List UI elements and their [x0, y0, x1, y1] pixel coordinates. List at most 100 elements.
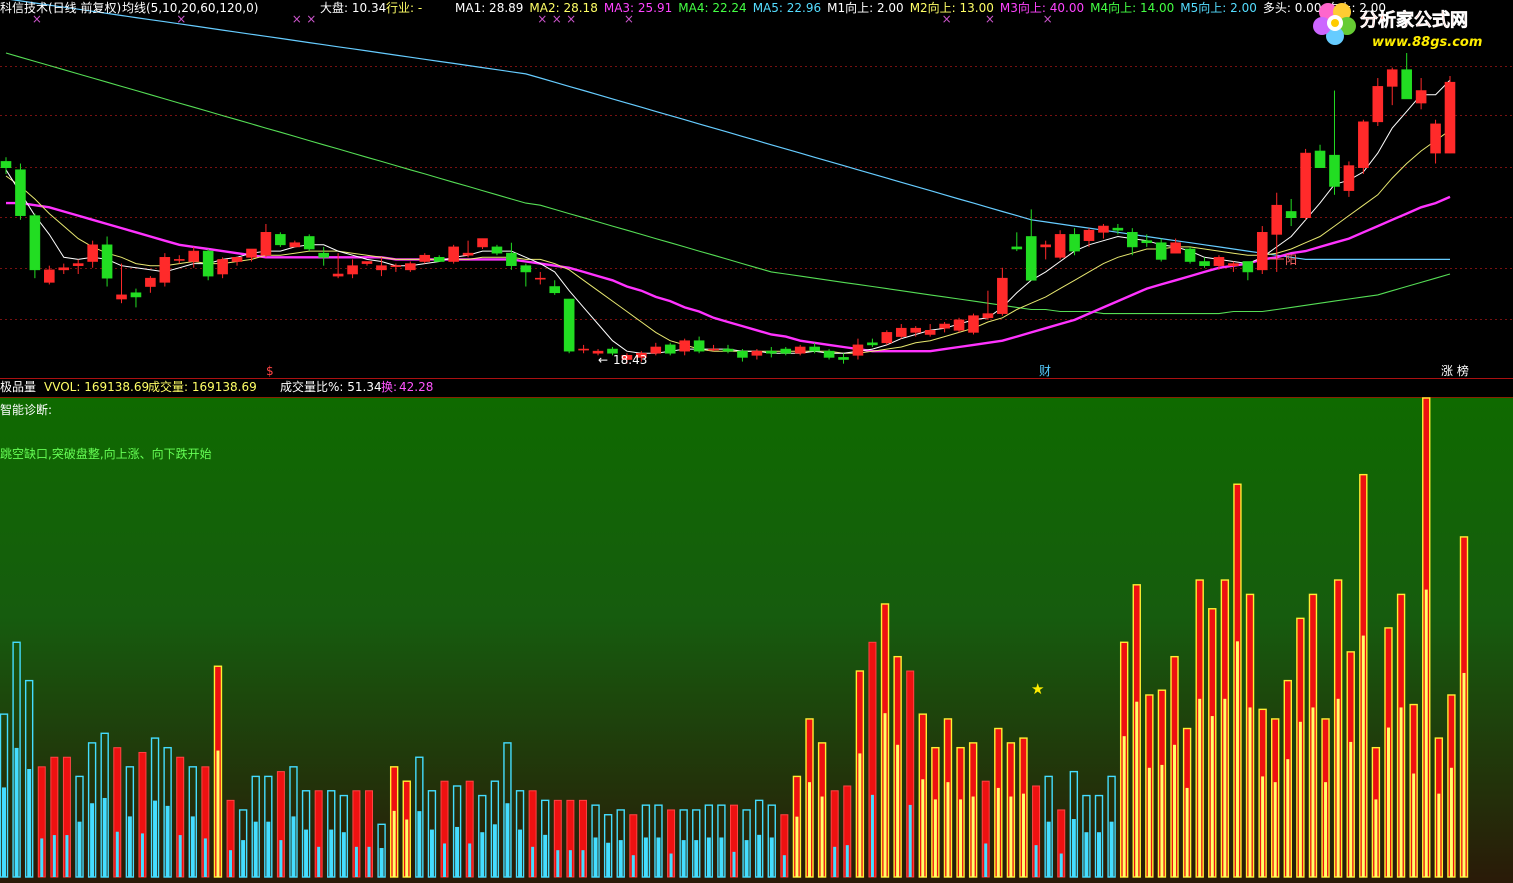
volume-bar[interactable]: [943, 718, 953, 878]
candle[interactable]: [202, 248, 214, 281]
volume-bar[interactable]: [956, 746, 965, 878]
candle[interactable]: [159, 253, 171, 287]
volume-bar[interactable]: [1132, 584, 1141, 878]
volume-bar[interactable]: [817, 742, 827, 878]
candle[interactable]: [303, 234, 315, 252]
volume-bar[interactable]: [213, 665, 223, 878]
volume-bar[interactable]: [1233, 483, 1242, 878]
volume-bar[interactable]: [893, 655, 902, 878]
volume-bar[interactable]: [1283, 679, 1292, 878]
volume-bar[interactable]: [176, 756, 185, 878]
volume-bar[interactable]: [843, 785, 852, 878]
event-marker-ranking[interactable]: 涨 榜: [1441, 363, 1469, 378]
volume-bar[interactable]: [1271, 718, 1280, 878]
volume-bar[interactable]: [805, 718, 814, 878]
candle[interactable]: [15, 163, 26, 220]
volume-bar[interactable]: [880, 603, 890, 878]
volume-bar[interactable]: [1220, 579, 1230, 878]
volume-bar[interactable]: [201, 766, 210, 878]
candle[interactable]: [1300, 148, 1311, 220]
volume-bar[interactable]: [629, 814, 638, 878]
site-logo[interactable]: 分析家公式网 www.88gs.com: [1312, 2, 1508, 54]
volume-bar[interactable]: [1145, 694, 1154, 878]
volume-bar[interactable]: [1308, 593, 1318, 878]
volume-bar[interactable]: [389, 766, 399, 878]
volume-bar[interactable]: [314, 790, 323, 878]
candle[interactable]: [275, 232, 286, 247]
volume-bar[interactable]: [1447, 694, 1456, 878]
volume-bar[interactable]: [667, 809, 676, 878]
volume-bar[interactable]: [566, 799, 575, 878]
candle[interactable]: [1444, 75, 1456, 154]
volume-bar[interactable]: [365, 790, 373, 878]
volume-bar[interactable]: [402, 780, 411, 878]
volume-bar[interactable]: [1333, 579, 1343, 878]
volume-bar[interactable]: [1245, 593, 1255, 878]
volume-bar[interactable]: [1359, 473, 1368, 878]
volume-bar[interactable]: [855, 670, 865, 878]
volume-bar[interactable]: [1258, 708, 1267, 878]
volume-bar[interactable]: [50, 756, 59, 878]
volume-bar[interactable]: [352, 790, 361, 878]
volume-bar[interactable]: [1459, 536, 1469, 878]
candle[interactable]: [1358, 119, 1369, 174]
volume-bar[interactable]: [1170, 655, 1179, 878]
event-marker-finance[interactable]: 财: [1039, 364, 1051, 378]
volume-bar[interactable]: [1346, 651, 1355, 878]
volume-bar[interactable]: [981, 780, 990, 878]
candle[interactable]: [1054, 230, 1066, 260]
candle[interactable]: [1256, 226, 1268, 275]
candle[interactable]: [664, 342, 676, 356]
candle[interactable]: [1184, 246, 1196, 264]
candle[interactable]: [448, 244, 459, 264]
volume-bar[interactable]: [1384, 627, 1393, 878]
volume-bar[interactable]: [968, 742, 978, 878]
volume-bar[interactable]: [276, 771, 285, 878]
event-marker-dollar[interactable]: $: [266, 364, 274, 378]
stock-title[interactable]: 科信技术(日线 前复权): [0, 0, 121, 15]
volume-bar[interactable]: [1321, 718, 1330, 878]
candle[interactable]: [29, 213, 41, 279]
volume-bar[interactable]: [1396, 593, 1406, 878]
volume-bar[interactable]: [553, 799, 562, 878]
volume-bar[interactable]: [830, 790, 839, 878]
volume-bar[interactable]: [37, 766, 46, 878]
volume-bar[interactable]: [1006, 742, 1016, 878]
volume-bar[interactable]: [1195, 579, 1204, 878]
volume-bar[interactable]: [994, 727, 1003, 878]
volume-bar[interactable]: [868, 641, 877, 878]
volume-bar[interactable]: [1208, 608, 1217, 878]
candle[interactable]: [881, 330, 893, 345]
volume-bar[interactable]: [440, 780, 449, 878]
volume-bar[interactable]: [1119, 641, 1129, 878]
volume-bar[interactable]: [1182, 727, 1192, 878]
volume-bar[interactable]: [138, 751, 147, 878]
volume-bar[interactable]: [465, 780, 474, 878]
volume-bar[interactable]: [730, 804, 738, 878]
volume-bar[interactable]: [1434, 737, 1444, 878]
volume-bar[interactable]: [528, 790, 537, 878]
volume-bar[interactable]: [780, 814, 789, 878]
volume-bar[interactable]: [906, 670, 915, 878]
volume-bar[interactable]: [578, 799, 587, 878]
volume-bar[interactable]: [918, 713, 927, 878]
volume-bar[interactable]: [931, 746, 940, 878]
volume-bar[interactable]: [62, 756, 71, 878]
volume-bar[interactable]: [226, 799, 235, 878]
volume-bar[interactable]: [1422, 397, 1431, 878]
volume-bar[interactable]: [1409, 703, 1418, 878]
candle[interactable]: [968, 313, 979, 335]
volume-bar-inner: [833, 846, 837, 877]
volume-bar[interactable]: [1019, 737, 1028, 878]
volume-bar[interactable]: [1371, 746, 1381, 878]
candle[interactable]: [953, 317, 965, 333]
volume-bar[interactable]: [792, 775, 802, 878]
volume-bar[interactable]: [1296, 617, 1305, 878]
ma-parameters[interactable]: 均线(5,10,20,60,120,0): [122, 1, 258, 15]
volume-bar[interactable]: [113, 747, 122, 878]
indicator-name[interactable]: 极品量: [0, 380, 36, 394]
volume-bar[interactable]: [1157, 689, 1167, 878]
candle[interactable]: [563, 298, 575, 354]
volume-bar[interactable]: [1057, 809, 1066, 878]
volume-bar[interactable]: [1032, 785, 1041, 878]
